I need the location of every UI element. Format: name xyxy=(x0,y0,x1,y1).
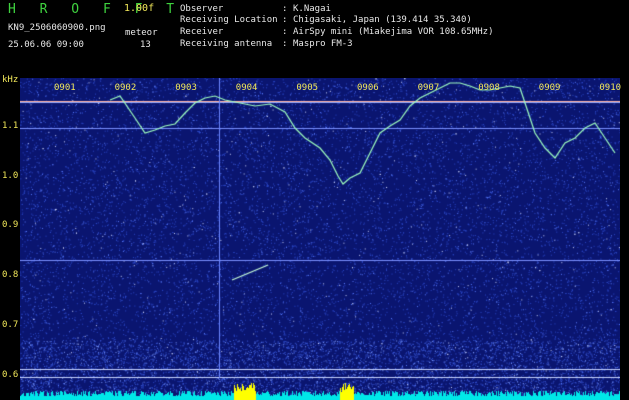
y-tick-label: 1.1 xyxy=(2,121,19,131)
y-tick-label: 0.6 xyxy=(2,370,19,380)
receiver-sep: : xyxy=(282,27,288,37)
observer-label: Observer xyxy=(180,4,224,14)
location-label: Receiving Location xyxy=(180,15,278,25)
app-version: 1.00f xyxy=(124,3,155,14)
location-value: Chigasaki, Japan (139.414 35.340) xyxy=(293,15,472,25)
receiver-label: Receiver xyxy=(180,27,224,37)
meteor-label: meteor xyxy=(125,28,158,38)
x-tick-label: 0901 xyxy=(54,83,76,93)
axis-unit-label: kHz xyxy=(2,75,19,85)
y-tick-label: 0.9 xyxy=(2,220,19,230)
x-tick-label: 0904 xyxy=(235,83,258,93)
x-tick-label: 0905 xyxy=(296,83,319,93)
meteor-count: 13 xyxy=(140,40,151,50)
spectrogram-waterfall xyxy=(20,78,620,400)
y-tick-label: 0.7 xyxy=(2,320,19,330)
y-tick-label: 0.8 xyxy=(2,270,19,280)
antenna-label: Receiving antenna xyxy=(180,39,273,49)
observation-datetime: 25.06.06 09:00 xyxy=(8,40,84,50)
y-tick-label: 1.0 xyxy=(2,171,19,181)
antenna-sep: : xyxy=(282,39,288,49)
hrofft-window: H R O F F T 1.00f KN9_2506060900.png met… xyxy=(0,0,629,400)
antenna-value: Maspro FM-3 xyxy=(293,39,353,49)
file-name: KN9_2506060900.png xyxy=(8,23,106,33)
x-tick-label: 0908 xyxy=(478,83,500,93)
observer-sep: : xyxy=(282,4,288,14)
observer-value: K.Nagai xyxy=(293,4,331,14)
x-tick-label: 0907 xyxy=(417,83,440,93)
app-brand: H R O F F T xyxy=(8,2,183,17)
location-sep: : xyxy=(282,15,288,25)
x-tick-label: 0902 xyxy=(114,83,137,93)
x-tick-label: 0903 xyxy=(175,83,197,93)
receiver-value: AirSpy mini (Miakejima VOR 108.65MHz) xyxy=(293,27,494,37)
x-tick-label: 0909 xyxy=(538,83,561,93)
x-tick-label: 0906 xyxy=(357,83,379,93)
x-tick-label: 0910 xyxy=(599,83,622,93)
